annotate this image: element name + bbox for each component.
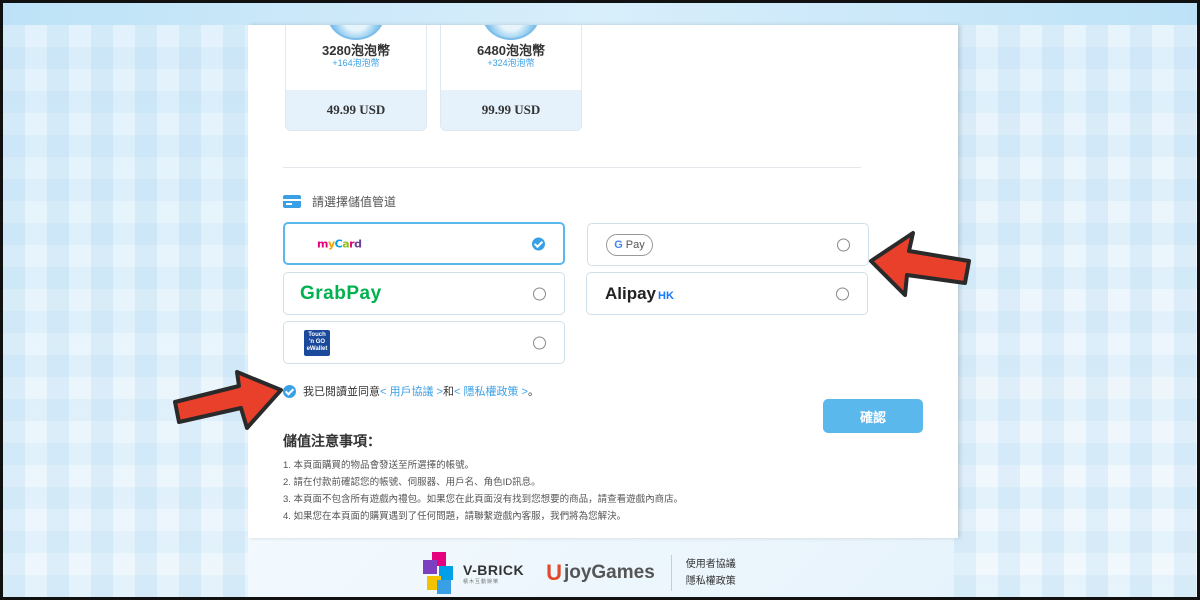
package-card-1[interactable]: 3280泡泡幣 +164泡泡幣 49.99 USD <box>285 25 427 131</box>
confirm-button[interactable]: 確認 <box>823 399 923 433</box>
agreement-conjunction: 和 <box>442 386 454 398</box>
footer-divider <box>670 555 672 591</box>
payment-option-touchngo[interactable]: Touch'n GO eWallet <box>283 321 565 364</box>
bubble-coin-icon <box>482 25 540 40</box>
touchngo-logo: Touch'n GO eWallet <box>304 329 330 356</box>
package-price: 49.99 USD <box>286 90 426 130</box>
agreement-suffix: 。 <box>527 386 539 398</box>
note-item: 2. 請在付款前確認您的帳號、伺服器、用戶名、角色ID訊息。 <box>283 477 541 488</box>
radio-unchecked-icon[interactable] <box>837 238 850 251</box>
footer: V-BRICK 積木互動娛樂 U joyGames 使用者協議 隱私權政策 <box>423 548 783 598</box>
radio-unchecked-icon[interactable] <box>836 287 849 300</box>
package-price: 99.99 USD <box>441 90 581 130</box>
note-item: 3. 本頁面不包含所有遊戲內禮包。如果您在此頁面沒有找到您想要的商品，請查看遊戲… <box>283 494 684 505</box>
section-divider <box>283 167 861 168</box>
background-left <box>3 3 248 597</box>
mycard-logo: myCard <box>317 237 362 250</box>
grabpay-logo: GrabPay <box>300 282 382 304</box>
terms-link[interactable]: < 用戶協議 > <box>380 383 443 399</box>
footer-user-agreement-link[interactable]: 使用者協議 <box>686 556 736 573</box>
agreement-row: 我已閱讀並同意 < 用戶協議 > 和 < 隱私權政策 > 。 <box>283 383 539 399</box>
radio-unchecked-icon[interactable] <box>533 336 546 349</box>
ujoy-name: joyGames <box>563 562 655 583</box>
payment-option-gpay[interactable]: G Pay <box>587 223 869 266</box>
background-right <box>954 3 1197 597</box>
radio-unchecked-icon[interactable] <box>533 287 546 300</box>
gpay-logo: G Pay <box>606 233 653 256</box>
arrow-pointer-icon <box>173 370 283 430</box>
ujoygames-logo: U joyGames <box>546 560 655 586</box>
credit-card-icon <box>283 195 301 208</box>
vbrick-cube-icon <box>423 552 455 594</box>
radio-checked-icon[interactable] <box>532 237 545 250</box>
footer-privacy-link[interactable]: 隱私權政策 <box>686 573 736 590</box>
agreement-prefix: 我已閱讀並同意 <box>303 386 380 398</box>
privacy-link[interactable]: < 隱私權政策 > <box>454 383 528 399</box>
alipayhk-logo: Alipay HK <box>605 283 674 303</box>
payment-option-alipayhk[interactable]: Alipay HK <box>586 272 868 315</box>
vbrick-subtitle: 積木互動娛樂 <box>463 578 500 585</box>
vbrick-name: V-BRICK <box>463 561 525 578</box>
top-banner-band <box>3 3 1197 25</box>
package-bonus: +164泡泡幣 <box>332 58 380 68</box>
payment-section-title: 請選擇儲值管道 <box>283 193 396 210</box>
payment-title-text: 請選擇儲值管道 <box>312 195 397 209</box>
recharge-panel: 3280泡泡幣 +164泡泡幣 49.99 USD 6480泡泡幣 +324泡泡… <box>248 25 958 538</box>
arrow-pointer-icon <box>869 231 971 297</box>
bubble-coin-icon <box>327 25 385 40</box>
ujoy-u-mark: U <box>546 560 562 585</box>
notes-title: 儲值注意事項： <box>283 433 381 449</box>
payment-option-mycard[interactable]: myCard <box>283 222 565 265</box>
footer-links: 使用者協議 隱私權政策 <box>686 556 736 590</box>
payment-option-grabpay[interactable]: GrabPay <box>283 272 565 315</box>
note-item: 4. 如果您在本頁面的購買遇到了任何問題，請聯繫遊戲內客服，我們將為您解決。 <box>283 511 627 522</box>
package-bonus: +324泡泡幣 <box>487 58 535 68</box>
note-item: 1. 本頁面購買的物品會發送至所選擇的帳號。 <box>283 460 475 471</box>
notes-list: 1. 本頁面購買的物品會發送至所選擇的帳號。 2. 請在付款前確認您的帳號、伺服… <box>283 457 683 525</box>
package-card-2[interactable]: 6480泡泡幣 +324泡泡幣 99.99 USD <box>440 25 582 131</box>
vbrick-logo: V-BRICK 積木互動娛樂 <box>423 552 524 594</box>
